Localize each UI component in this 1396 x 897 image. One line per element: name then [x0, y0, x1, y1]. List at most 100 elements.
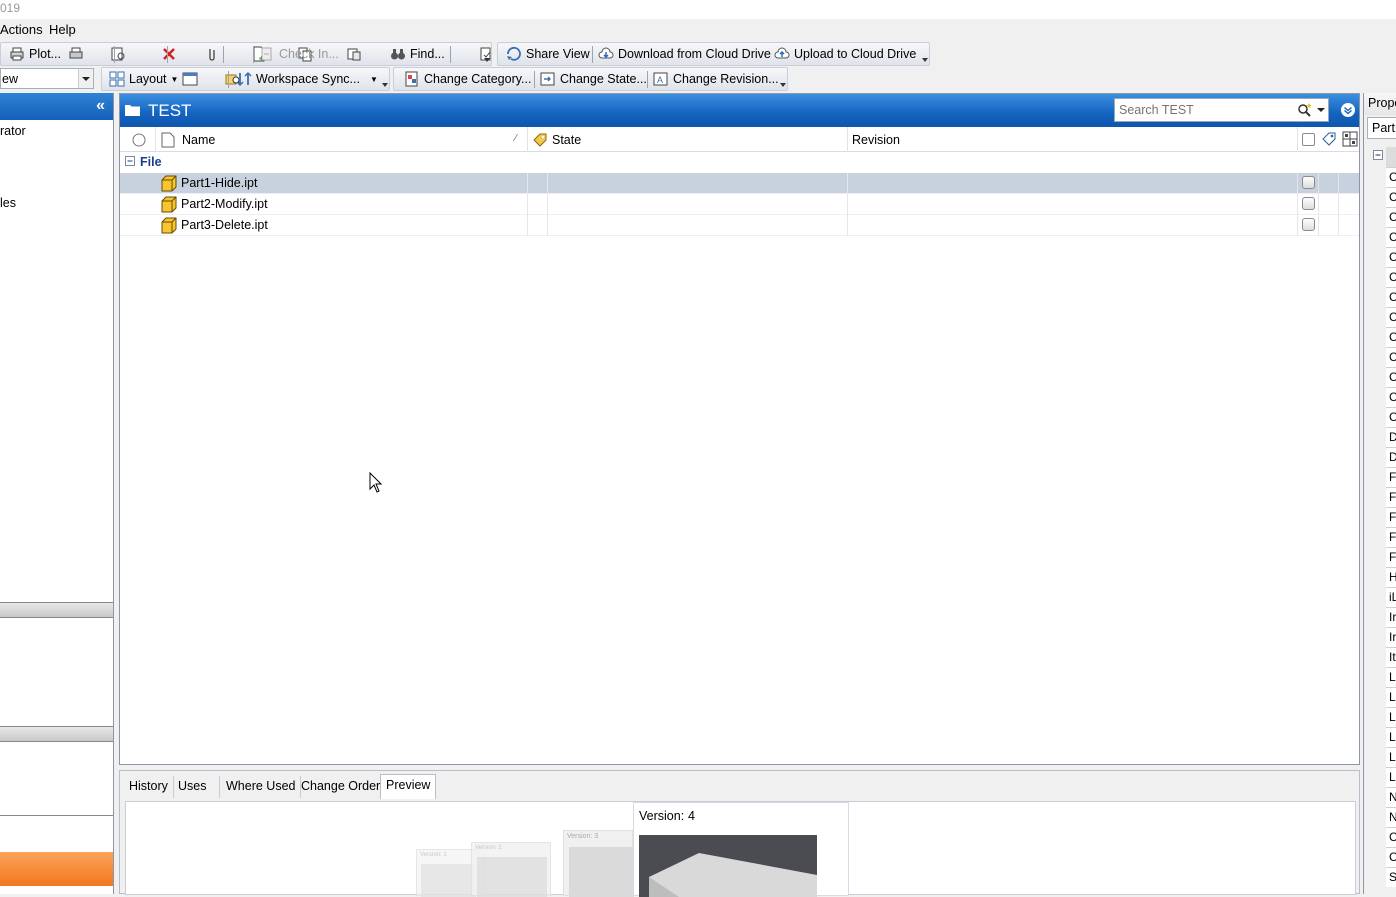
rename-icon[interactable] — [346, 46, 362, 62]
find-button[interactable]: Find... — [390, 43, 445, 65]
column-header-revision[interactable]: Revision — [852, 133, 900, 147]
property-row[interactable]: F — [1386, 487, 1396, 507]
property-row[interactable]: C — [1386, 347, 1396, 367]
property-row[interactable]: S — [1386, 867, 1396, 887]
menu-help[interactable]: Help — [49, 22, 76, 37]
row-checkbox[interactable] — [1302, 218, 1315, 231]
property-row[interactable]: N — [1386, 807, 1396, 827]
search-input[interactable] — [1117, 100, 1287, 120]
file-name: Part3-Delete.ipt — [181, 218, 268, 232]
toolbar-overflow[interactable] — [482, 43, 490, 65]
toolbar-overflow[interactable] — [920, 43, 928, 65]
layout-button[interactable]: Layout ▼ — [109, 68, 178, 90]
property-row[interactable]: L — [1386, 667, 1396, 687]
orange-panel-bar[interactable] — [0, 852, 113, 886]
plot-button[interactable]: Plot... — [9, 43, 61, 65]
delete-icon[interactable] — [161, 46, 177, 62]
property-row[interactable]: Ir — [1386, 627, 1396, 647]
left-pane-item[interactable]: les — [0, 196, 16, 210]
collapse-group-icon[interactable] — [125, 156, 136, 170]
change-state-button[interactable]: Change State... — [540, 68, 647, 90]
property-row[interactable]: C — [1386, 847, 1396, 867]
part-preview-image — [639, 835, 817, 897]
column-chooser-icon[interactable] — [1342, 131, 1358, 150]
chevron-down-icon[interactable] — [78, 69, 93, 88]
property-row[interactable]: C — [1386, 307, 1396, 327]
status-column-icon[interactable] — [132, 133, 146, 150]
property-row[interactable]: F — [1386, 547, 1396, 567]
property-row[interactable]: C — [1386, 827, 1396, 847]
table-row[interactable]: Part3-Delete.ipt — [120, 215, 1359, 236]
workspace-sync-button[interactable]: Workspace Sync... ▼ — [236, 68, 378, 90]
property-row[interactable]: C — [1386, 287, 1396, 307]
property-row[interactable]: L — [1386, 747, 1396, 767]
property-row[interactable]: It — [1386, 647, 1396, 667]
print-preview-icon[interactable] — [110, 46, 126, 62]
property-row[interactable]: C — [1386, 187, 1396, 207]
part-file-icon — [160, 196, 177, 216]
collapse-icon[interactable]: « — [96, 97, 105, 115]
select-all-checkbox[interactable] — [1302, 133, 1315, 146]
properties-object-select[interactable]: Part1 — [1367, 117, 1396, 139]
tab-where-used[interactable]: Where Used — [221, 776, 302, 798]
collapse-group-icon[interactable] — [1373, 150, 1384, 164]
property-row[interactable]: iL — [1386, 587, 1396, 607]
property-row[interactable]: C — [1386, 327, 1396, 347]
property-row[interactable]: C — [1386, 267, 1396, 287]
tab-change-order[interactable]: Change Order — [296, 776, 387, 798]
menu-actions[interactable]: Actions — [0, 22, 43, 37]
property-row[interactable]: H — [1386, 567, 1396, 587]
change-category-button[interactable]: Change Category... — [404, 68, 531, 90]
pane-splitter[interactable] — [0, 726, 113, 742]
property-row[interactable]: D — [1386, 447, 1396, 467]
tag-icon[interactable] — [1321, 131, 1337, 150]
property-row[interactable]: L — [1386, 687, 1396, 707]
toolbar-overflow[interactable] — [380, 68, 388, 90]
property-row[interactable]: F — [1386, 527, 1396, 547]
version-thumbnail[interactable]: Version: 2 — [471, 842, 551, 897]
view-select[interactable]: ew — [0, 68, 94, 89]
property-row[interactable]: C — [1386, 247, 1396, 267]
tab-preview[interactable]: Preview — [380, 774, 437, 799]
version-thumbnail[interactable]: Version: 3 — [563, 830, 634, 897]
table-row[interactable]: Part1-Hide.ipt — [120, 173, 1359, 194]
row-checkbox[interactable] — [1302, 197, 1315, 210]
column-header-state[interactable]: State — [552, 133, 581, 147]
property-row[interactable]: L — [1386, 707, 1396, 727]
chevron-down-icon[interactable] — [1316, 102, 1326, 121]
tab-uses[interactable]: Uses — [173, 776, 220, 798]
column-header-name[interactable]: Name — [182, 133, 215, 147]
property-row[interactable]: C — [1386, 367, 1396, 387]
property-row[interactable]: F — [1386, 467, 1396, 487]
tab-history[interactable]: History — [124, 776, 174, 798]
window-icon[interactable] — [182, 71, 198, 87]
separator — [167, 46, 168, 63]
row-checkbox[interactable] — [1302, 176, 1315, 189]
property-row[interactable]: C — [1386, 227, 1396, 247]
check-in-button[interactable]: Check In... — [259, 43, 339, 65]
property-row[interactable]: F — [1386, 507, 1396, 527]
property-row[interactable]: D — [1386, 427, 1396, 447]
property-row[interactable]: C — [1386, 167, 1396, 187]
left-pane-item[interactable]: rator — [0, 124, 26, 138]
upload-cloud-button[interactable]: Upload to Cloud Drive — [774, 43, 916, 65]
property-row[interactable]: Ir — [1386, 607, 1396, 627]
pane-splitter[interactable] — [0, 602, 113, 618]
share-view-button[interactable]: Share View — [506, 43, 590, 65]
group-row-file[interactable]: File — [120, 153, 1359, 173]
search-options-icon[interactable] — [1297, 102, 1313, 121]
download-cloud-button[interactable]: Download from Cloud Drive — [598, 43, 771, 65]
change-revision-button[interactable]: A Change Revision... — [653, 68, 779, 90]
print-icon[interactable] — [68, 46, 84, 62]
property-row[interactable]: C — [1386, 387, 1396, 407]
expand-circle-icon[interactable] — [1340, 102, 1356, 121]
toolbar-overflow[interactable] — [778, 68, 786, 90]
property-row[interactable]: L — [1386, 767, 1396, 787]
property-row[interactable]: N — [1386, 787, 1396, 807]
property-row[interactable]: C — [1386, 407, 1396, 427]
attach-icon[interactable] — [204, 46, 220, 62]
current-version-preview[interactable]: Version: 4 — [633, 802, 849, 897]
table-row[interactable]: Part2-Modify.ipt — [120, 194, 1359, 215]
property-row[interactable]: L — [1386, 727, 1396, 747]
property-row[interactable]: C — [1386, 207, 1396, 227]
